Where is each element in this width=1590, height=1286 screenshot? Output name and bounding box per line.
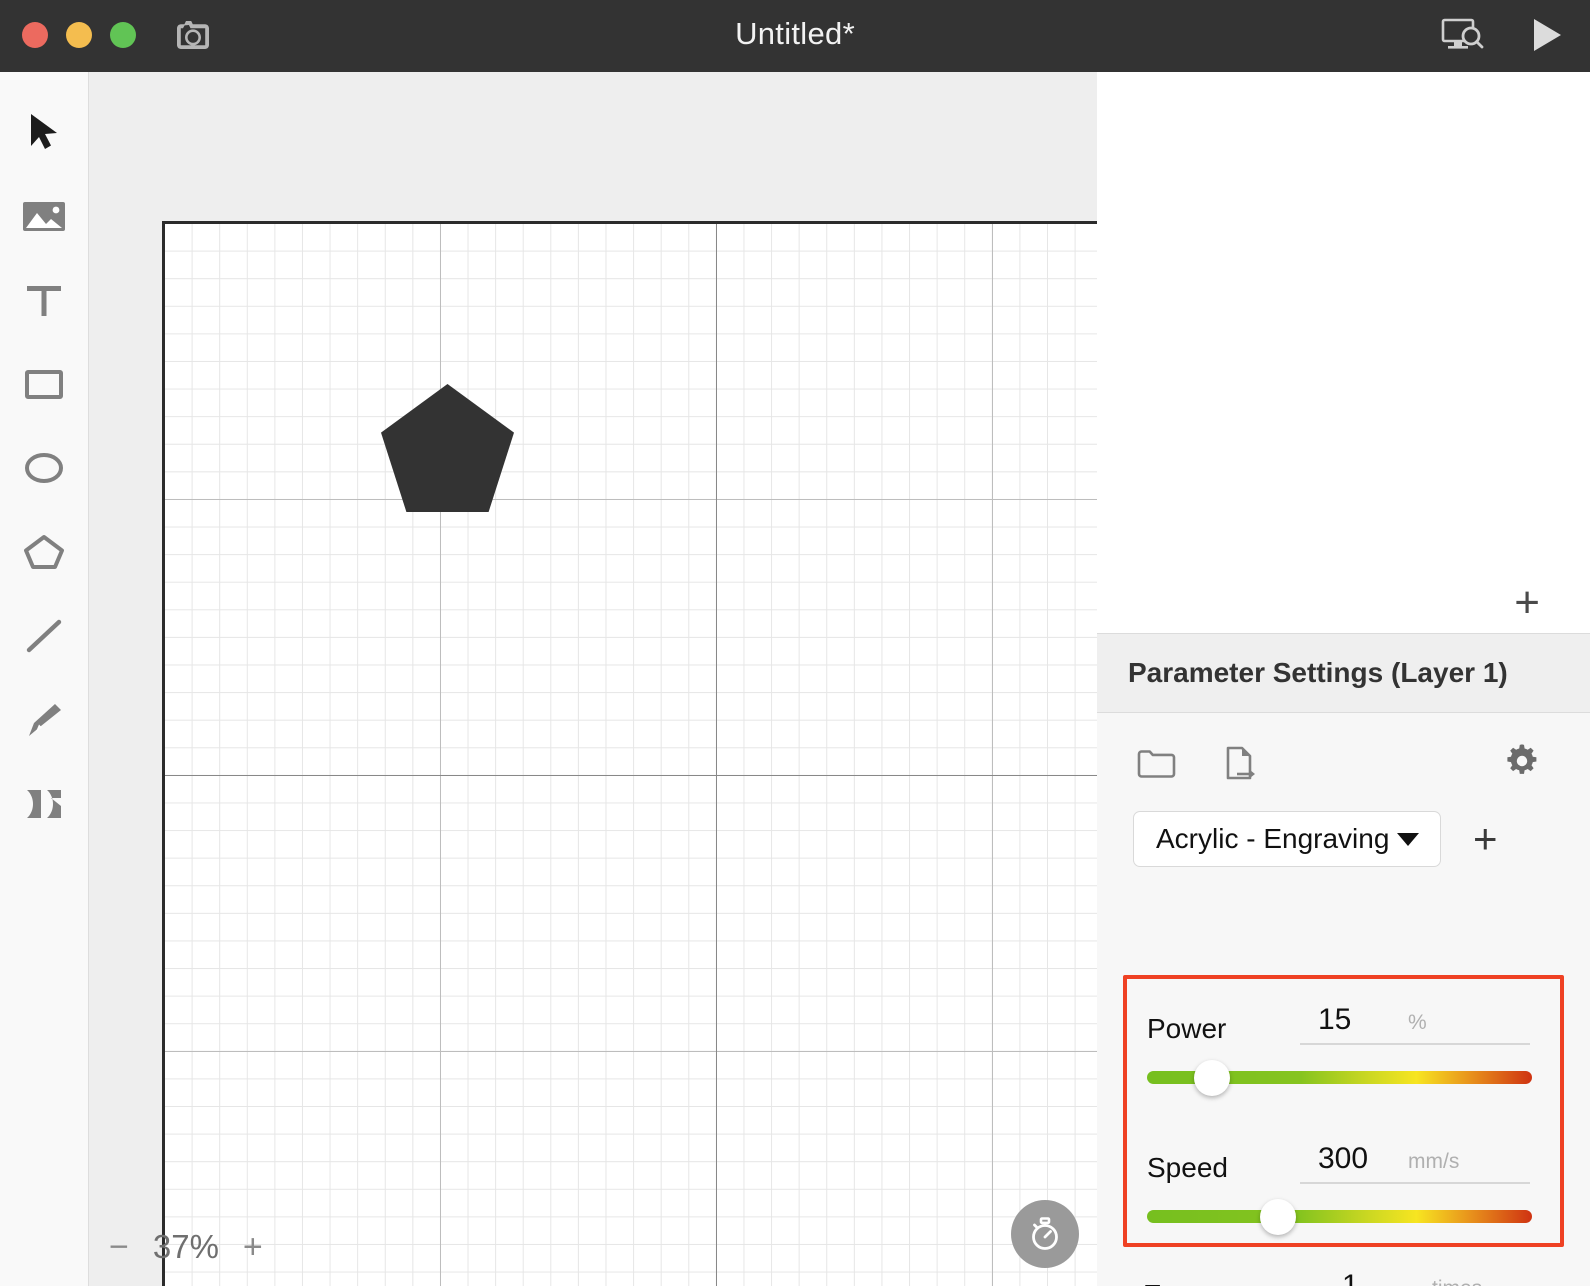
left-toolbar: [0, 72, 89, 1286]
speed-unit: mm/s: [1408, 1150, 1459, 1174]
canvas-object-pentagon[interactable]: [381, 384, 514, 512]
speed-label: Speed: [1147, 1152, 1228, 1184]
zoom-level-label: 37%: [153, 1228, 219, 1266]
power-value[interactable]: 15: [1300, 1003, 1408, 1037]
folder-icon[interactable]: [1134, 741, 1178, 785]
tool-rectangle[interactable]: [16, 358, 72, 410]
window-title: Untitled*: [0, 16, 1590, 52]
power-field[interactable]: 15 %: [1300, 1003, 1530, 1045]
power-slider[interactable]: [1147, 1071, 1532, 1084]
canvas-area[interactable]: − 37% +: [89, 72, 1097, 1286]
speed-slider[interactable]: [1147, 1210, 1532, 1223]
tool-image[interactable]: [16, 190, 72, 242]
material-preset-select[interactable]: Acrylic - Engraving: [1133, 811, 1441, 867]
speed-slider-thumb[interactable]: [1260, 1199, 1296, 1235]
preset-row: Acrylic - Engraving +: [1097, 785, 1590, 867]
canvas-grid[interactable]: [162, 221, 1097, 1286]
chevron-down-icon: [1397, 833, 1419, 846]
power-slider-thumb[interactable]: [1194, 1060, 1230, 1096]
parameter-settings-body: Acrylic - Engraving + Power 15 %: [1097, 713, 1590, 1286]
zoom-out-button[interactable]: −: [109, 1230, 129, 1264]
speed-row: Speed 300 mm/s: [1127, 1142, 1560, 1184]
right-panel: + Parameter Settings (Layer 1) Acrylic -…: [1097, 72, 1590, 1286]
tool-select-cursor[interactable]: [16, 106, 72, 158]
app-window: Untitled*: [0, 0, 1590, 1286]
execute-row: Execute 1 times: [1097, 1269, 1590, 1286]
gear-icon[interactable]: [1500, 739, 1544, 783]
zoom-in-button[interactable]: +: [243, 1230, 263, 1264]
tool-text[interactable]: [16, 274, 72, 326]
title-bar: Untitled*: [0, 0, 1590, 72]
material-preset-value: Acrylic - Engraving: [1156, 823, 1389, 855]
execute-unit: times: [1432, 1277, 1482, 1286]
parameter-actions: [1097, 713, 1590, 785]
power-speed-highlight: Power 15 % Speed 300 mm/s: [1123, 975, 1564, 1247]
file-export-icon[interactable]: [1218, 741, 1262, 785]
power-label: Power: [1147, 1013, 1226, 1045]
execute-value[interactable]: 1: [1324, 1269, 1432, 1286]
play-run-icon[interactable]: [1524, 12, 1570, 58]
execute-label: Execute: [1143, 1279, 1244, 1286]
tool-line[interactable]: [16, 610, 72, 662]
add-layer-button[interactable]: +: [1514, 581, 1540, 625]
power-unit: %: [1408, 1011, 1427, 1035]
title-bar-actions: [1440, 12, 1570, 58]
tool-boolean[interactable]: [16, 778, 72, 830]
tool-pen[interactable]: [16, 694, 72, 746]
layers-list: +: [1097, 72, 1590, 633]
power-row: Power 15 %: [1127, 1003, 1560, 1045]
speed-value[interactable]: 300: [1300, 1142, 1408, 1176]
add-preset-button[interactable]: +: [1473, 818, 1498, 860]
execute-field[interactable]: 1 times: [1324, 1269, 1560, 1286]
monitor-preview-icon[interactable]: [1440, 12, 1486, 58]
speed-field[interactable]: 300 mm/s: [1300, 1142, 1530, 1184]
stopwatch-icon[interactable]: [1011, 1200, 1079, 1268]
zoom-control: − 37% +: [109, 1228, 263, 1266]
tool-pentagon[interactable]: [16, 526, 72, 578]
parameter-settings-header: Parameter Settings (Layer 1): [1097, 633, 1590, 713]
panel-title: Parameter Settings (Layer 1): [1128, 657, 1508, 689]
tool-ellipse[interactable]: [16, 442, 72, 494]
